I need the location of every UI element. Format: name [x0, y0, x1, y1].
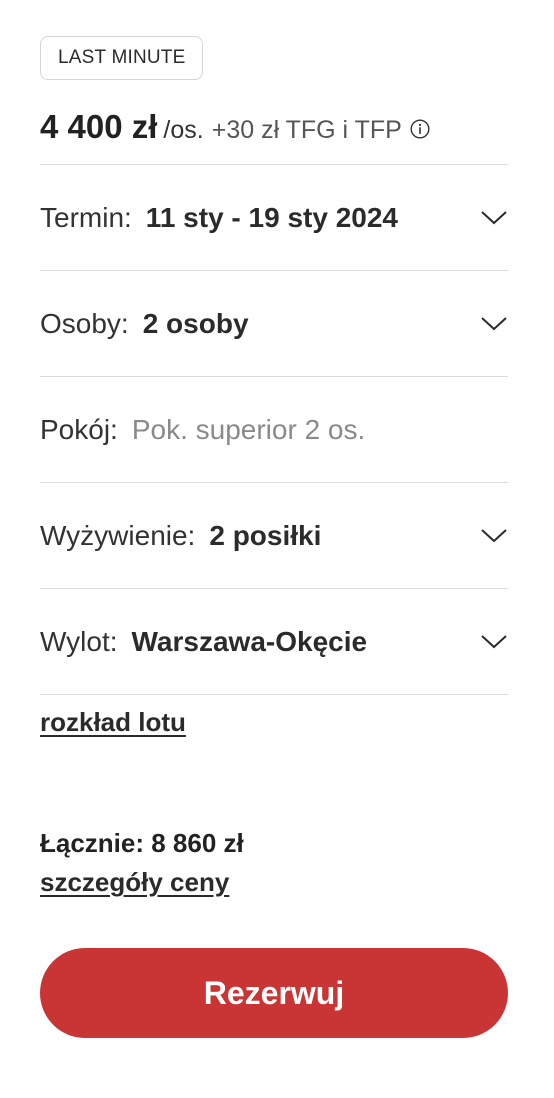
field-board[interactable]: Wyżywienie: 2 posiłki — [40, 483, 508, 588]
price-per-person: /os. — [163, 116, 204, 144]
price-row: 4 400 zł /os. +30 zł TFG i TFP — [40, 108, 508, 164]
flight-schedule-link[interactable]: rozkład lotu — [40, 707, 186, 738]
total-price: Łącznie: 8 860 zł — [40, 828, 244, 858]
price-details-link[interactable]: szczegóły ceny — [40, 867, 229, 898]
chevron-down-icon[interactable] — [480, 528, 508, 544]
book-button[interactable]: Rezerwuj — [40, 948, 508, 1038]
price-amount: 4 400 zł — [40, 108, 158, 145]
field-board-label: Wyżywienie: — [40, 519, 196, 551]
field-persons-value: 2 osoby — [142, 307, 249, 339]
divider — [40, 694, 508, 695]
booking-panel: LAST MINUTE 4 400 zł /os. +30 zł TFG i T… — [40, 36, 508, 898]
field-persons-label: Osoby: — [40, 307, 129, 339]
chevron-down-icon[interactable] — [480, 316, 508, 332]
field-departure[interactable]: Wylot: Warszawa-Okęcie — [40, 589, 508, 694]
field-room-label: Pokój: — [40, 413, 118, 445]
last-minute-badge: LAST MINUTE — [40, 36, 204, 80]
field-date-label: Termin: — [40, 201, 132, 233]
chevron-down-icon[interactable] — [480, 634, 508, 650]
field-persons[interactable]: Osoby: 2 osoby — [40, 271, 508, 376]
chevron-down-icon[interactable] — [480, 210, 508, 226]
field-room: Pokój: Pok. superior 2 os. — [40, 377, 508, 482]
price-fee: +30 zł TFG i TFP — [211, 116, 402, 144]
field-board-value: 2 posiłki — [209, 519, 322, 551]
field-date[interactable]: Termin: 11 sty - 19 sty 2024 — [40, 165, 508, 270]
field-room-value: Pok. superior 2 os. — [131, 413, 366, 445]
field-departure-label: Wylot: — [40, 625, 118, 657]
info-icon[interactable] — [410, 119, 430, 139]
field-departure-value: Warszawa-Okęcie — [131, 625, 368, 657]
field-date-value: 11 sty - 19 sty 2024 — [145, 201, 398, 233]
